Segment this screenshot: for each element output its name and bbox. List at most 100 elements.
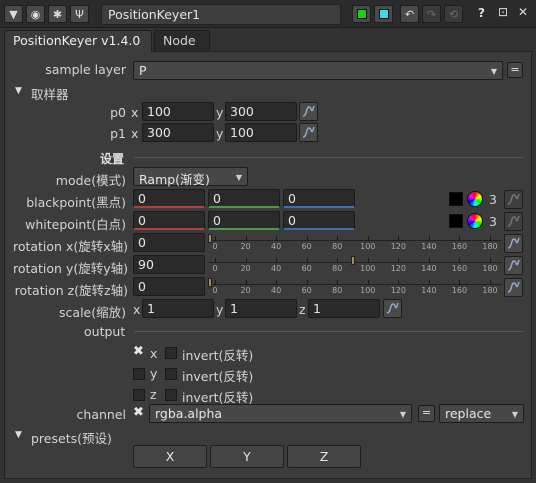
whitepoint-animation-curve-icon[interactable] xyxy=(504,212,523,231)
whitepoint-color-swatch[interactable] xyxy=(449,214,463,228)
slider-tick-label: 20 xyxy=(240,286,251,295)
rotation-y-slider[interactable]: 0 20 40 60 80 100 120 140 160 180 xyxy=(209,255,502,275)
slider-handle[interactable] xyxy=(208,234,212,243)
redo-icon[interactable]: ↷ xyxy=(422,5,441,23)
channel-eq-button[interactable]: = xyxy=(418,405,435,422)
rotation-y-animation-curve-icon[interactable] xyxy=(504,256,523,275)
whitepoint-b-input[interactable]: 0 xyxy=(283,211,355,230)
rotation-z-slider[interactable]: 0 20 40 60 80 100 120 140 160 180 xyxy=(208,277,502,297)
whitepoint-g-input[interactable]: 0 xyxy=(208,211,280,230)
slider-tick-label: 20 xyxy=(240,264,251,273)
blackpoint-b-input[interactable]: 0 xyxy=(283,189,355,208)
slider-tick xyxy=(215,236,216,241)
undo-icon[interactable]: ↶ xyxy=(400,5,419,23)
revert-icon[interactable]: ⟲ xyxy=(444,5,463,23)
preset-x-button[interactable]: X xyxy=(133,445,207,468)
p1-y-input[interactable]: 100 xyxy=(225,123,297,142)
p0-y-input[interactable]: 300 xyxy=(225,102,297,121)
channel-op-dropdown[interactable]: replace ▼ xyxy=(439,404,524,423)
slider-tick-label: 100 xyxy=(360,264,376,273)
slider-tick xyxy=(215,280,216,285)
whitepoint-channels[interactable]: 3 xyxy=(489,214,497,229)
rotation-z-input[interactable]: 0 xyxy=(133,277,205,296)
p1-y-label: y xyxy=(216,126,224,141)
tab-node[interactable]: Node xyxy=(154,30,210,51)
scale-z-input[interactable]: 1 xyxy=(308,299,380,318)
preset-y-button[interactable]: Y xyxy=(210,445,284,468)
collapse-toggle-icon[interactable]: ▼ xyxy=(4,5,23,23)
output-y-checkbox[interactable] xyxy=(133,368,145,380)
rotation-x-input[interactable]: 0 xyxy=(133,233,205,252)
slider-tick xyxy=(337,280,339,285)
help-button[interactable]: ? xyxy=(478,6,485,20)
blackpoint-channels[interactable]: 3 xyxy=(489,192,497,207)
rotation-x-slider[interactable]: 0 20 40 60 80 100 120 140 160 180 xyxy=(208,233,502,253)
scale-animation-curve-icon[interactable] xyxy=(383,299,402,318)
p0-x-input[interactable]: 100 xyxy=(142,102,214,121)
output-z-invert-checkbox[interactable] xyxy=(165,389,177,401)
presets-collapse-icon[interactable]: ▼ xyxy=(15,430,22,440)
blackpoint-r-input[interactable]: 0 xyxy=(133,189,205,208)
channel-enable-checkbox[interactable]: ✖ xyxy=(133,405,144,420)
scale-x-input[interactable]: 1 xyxy=(142,299,214,318)
rotation-x-animation-curve-icon[interactable] xyxy=(504,234,523,253)
p1-animation-curve-icon[interactable] xyxy=(299,123,318,142)
color-wheel-icon[interactable] xyxy=(467,191,483,207)
slider-tick xyxy=(215,258,216,263)
channel-dropdown[interactable]: rgba.alpha ▼ xyxy=(149,404,412,423)
sampler-heading: 取样器 xyxy=(31,87,69,102)
p1-x-input[interactable]: 300 xyxy=(142,123,214,142)
settings-heading: 设置 xyxy=(100,152,125,166)
slider-handle[interactable] xyxy=(350,256,355,265)
rotation-x-label: rotation x(旋转x轴) xyxy=(12,239,128,254)
float-panel-icon[interactable]: ⊡ xyxy=(498,5,508,19)
slider-tick xyxy=(398,280,400,285)
slider-tick-label: 180 xyxy=(482,242,498,251)
channel-label: channel xyxy=(76,407,126,422)
scale-y-input[interactable]: 1 xyxy=(225,299,297,318)
rotation-z-animation-curve-icon[interactable] xyxy=(504,278,523,297)
slider-handle[interactable] xyxy=(208,278,212,287)
slider-tick xyxy=(367,236,369,241)
channel-op-value: replace xyxy=(445,406,492,421)
slider-tick-label: 40 xyxy=(271,286,282,295)
slider-tick xyxy=(367,280,369,285)
slider-tick-label: 0 xyxy=(212,264,218,273)
scale-x-label: x xyxy=(133,302,141,317)
mode-dropdown[interactable]: Ramp(渐变) ▼ xyxy=(133,167,248,187)
slider-tick-label: 60 xyxy=(301,286,312,295)
blackpoint-g-input[interactable]: 0 xyxy=(208,189,280,208)
slider-tick-label: 160 xyxy=(451,242,468,251)
tools-icon[interactable]: Ψ xyxy=(70,5,89,23)
color-wheel-icon[interactable] xyxy=(467,213,483,229)
sample-layer-eq-button[interactable]: = xyxy=(507,62,523,78)
output-x-invert-checkbox[interactable] xyxy=(165,347,177,359)
group-collapse-icon[interactable]: ▼ xyxy=(15,86,22,96)
slider-tick-label: 40 xyxy=(271,264,282,273)
preset-z-button[interactable]: Z xyxy=(287,445,361,468)
whitepoint-r-input[interactable]: 0 xyxy=(133,211,205,230)
slider-tick xyxy=(490,236,491,241)
slider-tick-label: 160 xyxy=(451,264,468,273)
slider-track[interactable] xyxy=(209,240,502,241)
rotation-y-input[interactable]: 90 xyxy=(133,255,205,274)
node-name-field[interactable]: PositionKeyer1 xyxy=(101,4,341,25)
node-icon[interactable]: ✱ xyxy=(48,5,67,23)
sample-layer-dropdown[interactable]: P ▼ xyxy=(133,61,503,80)
output-z-checkbox[interactable] xyxy=(133,389,145,401)
blackpoint-animation-curve-icon[interactable] xyxy=(504,190,523,209)
p0-animation-curve-icon[interactable] xyxy=(299,102,318,121)
color-swatch-green[interactable] xyxy=(352,5,371,23)
p1-x-label: x xyxy=(131,126,139,141)
blackpoint-color-swatch[interactable] xyxy=(449,192,463,206)
tab-positionkeyer[interactable]: PositionKeyer v1.4.0 xyxy=(4,30,152,52)
viewer-icon[interactable]: ◉ xyxy=(26,5,45,23)
output-x-label: x xyxy=(150,346,158,361)
slider-track[interactable] xyxy=(209,262,502,263)
close-panel-icon[interactable]: ✕ xyxy=(518,5,528,19)
color-swatch-cyan[interactable] xyxy=(374,5,393,23)
slider-track[interactable] xyxy=(209,284,502,285)
output-x-checkbox[interactable]: ✖ xyxy=(133,344,144,359)
output-y-invert-checkbox[interactable] xyxy=(165,368,177,380)
chevron-down-icon: ▼ xyxy=(399,410,406,419)
